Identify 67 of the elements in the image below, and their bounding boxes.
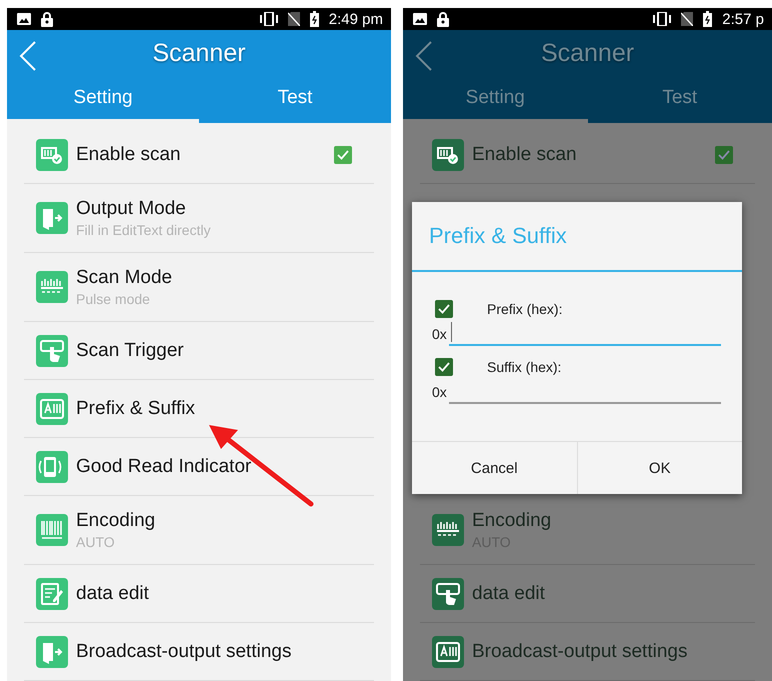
settings-item[interactable]: Good Read Indicator [24,438,374,496]
hex-prefix: 0x [432,384,447,402]
setting-title: Encoding [472,510,552,532]
settings-item[interactable]: Scan Mode Pulse mode [24,253,374,322]
setting-title: Enable scan [76,144,182,166]
battery-icon [310,11,319,28]
dialog-button[interactable]: OK [576,442,742,494]
checkbox[interactable] [715,146,733,164]
image-icon [17,13,31,26]
setting-icon [36,578,68,610]
setting-icon [36,636,68,668]
no-sim-icon [288,12,300,26]
vibrate-icon [260,12,278,26]
setting-title: Good Read Indicator [76,456,252,478]
settings-item[interactable]: Enable scan [420,126,755,184]
setting-icon [432,578,464,610]
setting-icon [36,514,68,546]
setting-icon [36,450,68,482]
setting-title: data edit [76,582,150,604]
status-time: 2:57 p [722,10,764,28]
settings-item[interactable]: Enable scan [24,126,374,184]
setting-icon [432,514,464,546]
setting-icon [36,334,68,366]
setting-icon [432,138,464,170]
checkbox[interactable] [435,358,453,376]
settings-item[interactable]: Output Mode Fill in EditText directly [24,184,374,253]
setting-title: Encoding [76,510,156,532]
setting-value: AUTO [76,534,116,550]
field-label: Prefix (hex): [487,301,562,317]
setting-title: data edit [472,582,546,604]
setting-value: Fill in EditText directly [76,222,212,238]
settings-item[interactable]: Encoding AUTO [24,496,374,565]
dialog-button[interactable]: Cancel [412,442,576,494]
settings-item[interactable]: Broadcast-output settings [420,623,755,681]
setting-title: Broadcast-output settings [472,640,688,662]
lock-icon [41,12,53,27]
setting-title: Broadcast-output settings [76,640,292,662]
setting-icon [36,202,68,234]
no-sim-icon [681,12,694,26]
checkbox[interactable] [334,146,352,164]
setting-title: Scan Mode [76,267,174,289]
setting-title: Output Mode [76,198,187,220]
settings-item[interactable]: data edit [24,565,374,623]
setting-title: Prefix & Suffix [76,398,196,420]
app-title: Scanner [152,38,246,68]
vibrate-icon [653,12,672,26]
setting-icon [36,392,68,424]
settings-item[interactable]: Broadcast-output settings [24,623,374,681]
settings-item[interactable]: Scan Trigger [24,322,374,380]
hex-prefix: 0x [432,326,447,344]
setting-icon [36,271,68,303]
status-time: 2:49 pm [328,10,383,28]
field-label: Suffix (hex): [487,359,562,375]
checkbox[interactable] [435,300,453,318]
settings-item[interactable]: data edit [420,565,755,623]
setting-icon [36,138,68,170]
app-title: Scanner [540,38,634,68]
back-icon[interactable] [415,41,433,72]
image-icon [413,13,427,26]
input-field[interactable] [448,322,721,346]
setting-value: Pulse mode [76,291,151,307]
setting-title: Enable scan [472,144,578,166]
setting-title: Scan Trigger [76,340,185,362]
setting-icon [432,636,464,668]
dialog-title: Prefix & Suffix [412,202,742,272]
battery-icon [703,11,712,28]
lock-icon [437,12,449,27]
